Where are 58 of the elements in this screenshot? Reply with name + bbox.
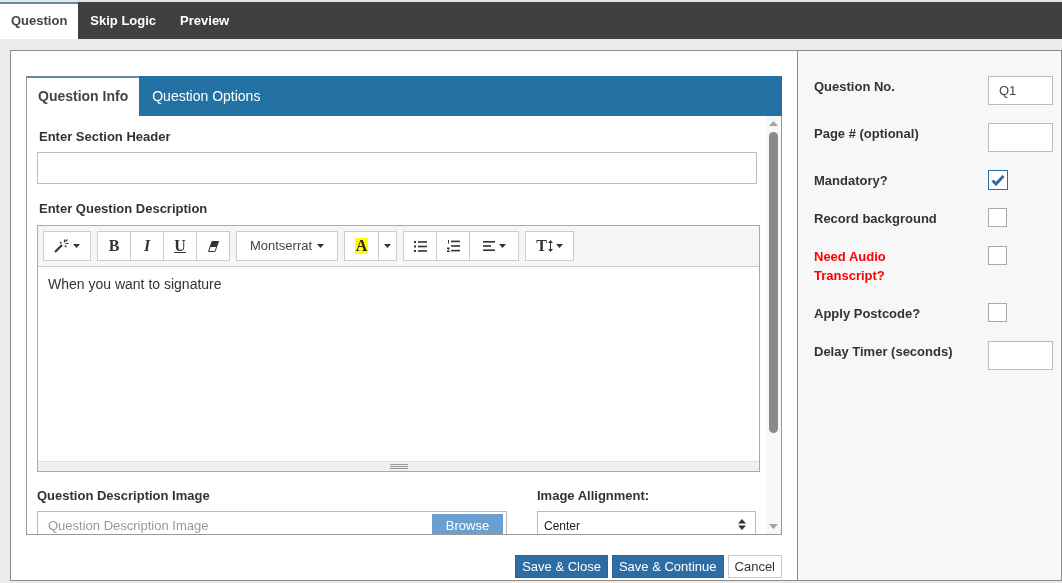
save-continue-button[interactable]: Save & Continue <box>611 555 724 578</box>
section-header-field[interactable] <box>37 152 757 184</box>
tab[interactable]: Question Options <box>139 76 274 116</box>
scroll-up-arrow-icon <box>769 121 778 126</box>
clear-format-button[interactable] <box>196 231 230 261</box>
numbered-list-icon <box>446 240 460 252</box>
caret-icon <box>317 244 325 248</box>
bulleted-list-icon <box>413 240 427 252</box>
checkbox[interactable] <box>988 208 1007 227</box>
tab[interactable]: Question Info <box>26 76 140 116</box>
text-field[interactable]: Q1 <box>988 76 1053 105</box>
grip-icon <box>389 464 408 469</box>
checkbox[interactable] <box>988 246 1007 265</box>
setting-label: Record background <box>814 210 938 228</box>
eraser-icon <box>207 240 219 252</box>
underline-button[interactable]: U <box>163 231 197 261</box>
font-dropdown[interactable]: Montserrat <box>236 231 338 261</box>
color-dropdown-button[interactable] <box>378 231 397 261</box>
caret-icon <box>73 244 80 248</box>
caret-icon <box>498 244 506 248</box>
field-label: Enter Section Header <box>38 129 172 145</box>
field-label: Image Allignment: <box>537 488 651 504</box>
text-color-button[interactable]: A <box>344 231 379 261</box>
align-dropdown[interactable] <box>469 231 519 261</box>
resize-handle[interactable] <box>38 461 759 471</box>
save-close-button[interactable]: Save & Close <box>515 555 608 578</box>
italic-button[interactable]: I <box>130 231 164 261</box>
field-label: Enter Question Description <box>38 201 209 217</box>
scrollbar[interactable] <box>766 116 781 534</box>
align-left-icon <box>482 241 495 251</box>
checkbox[interactable] <box>988 170 1008 190</box>
checkbox[interactable] <box>988 303 1007 322</box>
text-field[interactable] <box>988 123 1053 152</box>
setting-label: Question No. <box>814 78 896 96</box>
font-size-dropdown[interactable]: T <box>525 231 574 261</box>
up-down-arrows-icon <box>738 519 746 530</box>
scrollbar-thumb[interactable] <box>769 132 778 433</box>
bulleted-list-button[interactable] <box>403 231 437 261</box>
cancel-button[interactable]: Cancel <box>727 555 782 578</box>
text-field[interactable] <box>988 341 1053 370</box>
setting-label: Mandatory? <box>814 172 889 190</box>
tab[interactable]: Question <box>0 2 79 39</box>
magic-wand-icon <box>54 239 69 253</box>
caret-icon <box>555 244 563 248</box>
setting-label: Page # (optional) <box>814 125 920 143</box>
bold-button[interactable]: B <box>97 231 131 261</box>
field-label: Question Description Image <box>37 488 211 504</box>
caret-icon <box>384 244 391 248</box>
alignment-select[interactable]: Center <box>537 511 756 534</box>
style-button[interactable] <box>43 231 91 261</box>
setting-label: Need Audio Transcript? <box>814 248 887 285</box>
checkmark-icon <box>991 174 1005 186</box>
tab[interactable]: Preview <box>168 2 242 39</box>
setting-label: Delay Timer (seconds) <box>814 343 954 361</box>
tab[interactable]: Skip Logic <box>78 2 169 39</box>
scroll-down-arrow-icon <box>769 524 778 529</box>
setting-label: Apply Postcode? <box>814 305 922 323</box>
numbered-list-button[interactable] <box>436 231 470 261</box>
